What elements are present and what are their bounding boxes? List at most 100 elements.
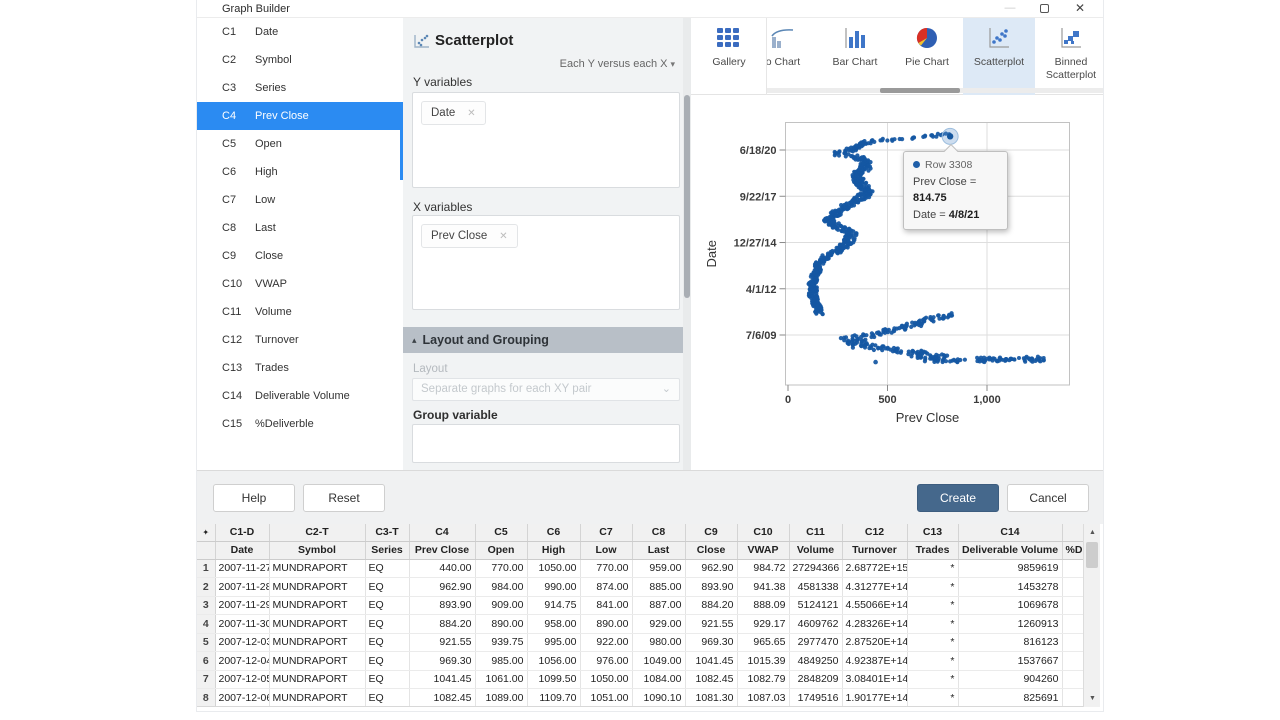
chart-type-tile-binned[interactable]: Binned Scatterplot bbox=[1035, 18, 1103, 95]
table-cell[interactable]: 965.65 bbox=[737, 633, 789, 652]
table-cell[interactable]: EQ bbox=[365, 559, 409, 578]
chart-type-tile-scatter[interactable]: Scatterplot bbox=[963, 18, 1035, 95]
table-scrollbar-thumb[interactable] bbox=[1086, 542, 1098, 568]
y-variables-box[interactable]: Date✕ bbox=[412, 92, 680, 188]
table-cell[interactable]: 962.90 bbox=[685, 559, 737, 578]
table-cell[interactable]: EQ bbox=[365, 652, 409, 671]
table-cell[interactable]: 9859619 bbox=[958, 559, 1062, 578]
table-cell[interactable]: 1749516 bbox=[789, 689, 842, 708]
column-name-header[interactable]: High bbox=[527, 541, 580, 559]
table-cell[interactable]: * bbox=[907, 652, 958, 671]
table-cell[interactable]: 440.00 bbox=[409, 559, 475, 578]
table-cell[interactable]: MUNDRAPORT bbox=[269, 670, 365, 689]
x-variable-chip[interactable]: Prev Close✕ bbox=[421, 224, 518, 248]
table-scrollbar[interactable]: ▲ ▼ bbox=[1083, 524, 1100, 707]
table-cell[interactable]: MUNDRAPORT bbox=[269, 633, 365, 652]
table-cell[interactable]: 4.28326E+14 bbox=[842, 615, 907, 634]
table-cell[interactable]: 976.00 bbox=[580, 652, 632, 671]
table-cell[interactable]: 2007-12-05 bbox=[215, 670, 269, 689]
y-variable-chip[interactable]: Date✕ bbox=[421, 101, 486, 125]
table-cell[interactable]: 990.00 bbox=[527, 578, 580, 597]
table-cell[interactable]: 825691 bbox=[958, 689, 1062, 708]
table-cell[interactable]: 2007-12-04 bbox=[215, 652, 269, 671]
column-name-header[interactable]: Low bbox=[580, 541, 632, 559]
row-number[interactable]: 8 bbox=[197, 689, 215, 708]
chart-type-tile-gallery[interactable]: Gallery bbox=[693, 18, 765, 95]
column-header[interactable]: C5 bbox=[475, 524, 527, 541]
table-cell[interactable]: 1049.00 bbox=[632, 652, 685, 671]
column-name-header[interactable]: Close bbox=[685, 541, 737, 559]
restore-button[interactable] bbox=[1031, 0, 1057, 18]
chart-type-tile-bar[interactable]: Bar Chart bbox=[819, 18, 891, 95]
minimize-button[interactable]: — bbox=[997, 0, 1023, 18]
column-item-c4[interactable]: C4Prev Close bbox=[197, 102, 403, 130]
table-cell[interactable]: 2977470 bbox=[789, 633, 842, 652]
column-item-c14[interactable]: C14Deliverable Volume bbox=[197, 382, 403, 410]
column-item-c2[interactable]: C2Symbol bbox=[197, 46, 403, 74]
cancel-button[interactable]: Cancel bbox=[1007, 484, 1089, 512]
table-cell[interactable]: * bbox=[907, 633, 958, 652]
table-cell[interactable]: 1069678 bbox=[958, 596, 1062, 615]
column-name-header[interactable]: VWAP bbox=[737, 541, 789, 559]
table-cell[interactable]: 1090.10 bbox=[632, 689, 685, 708]
table-cell[interactable]: 969.30 bbox=[409, 652, 475, 671]
group-variable-box[interactable] bbox=[412, 424, 680, 463]
table-cell[interactable]: 1082.45 bbox=[685, 670, 737, 689]
column-header[interactable]: C14 bbox=[958, 524, 1062, 541]
table-cell[interactable]: * bbox=[907, 559, 958, 578]
table-cell[interactable]: 893.90 bbox=[685, 578, 737, 597]
layout-grouping-header[interactable]: ▴ Layout and Grouping bbox=[403, 327, 684, 353]
table-cell[interactable]: 1087.03 bbox=[737, 689, 789, 708]
table-cell[interactable]: 888.09 bbox=[737, 596, 789, 615]
column-header[interactable]: C13 bbox=[907, 524, 958, 541]
column-name-header[interactable]: Trades bbox=[907, 541, 958, 559]
row-number[interactable]: 1 bbox=[197, 559, 215, 578]
column-header[interactable]: C10 bbox=[737, 524, 789, 541]
column-name-header[interactable]: Symbol bbox=[269, 541, 365, 559]
table-cell[interactable]: 770.00 bbox=[475, 559, 527, 578]
column-name-header[interactable]: Turnover bbox=[842, 541, 907, 559]
table-cell[interactable]: EQ bbox=[365, 596, 409, 615]
chart-preview[interactable]: 6/18/209/22/1712/27/144/1/127/6/0905001,… bbox=[691, 95, 1103, 470]
x-variables-box[interactable]: Prev Close✕ bbox=[412, 215, 680, 310]
table-cell[interactable]: 1050.00 bbox=[527, 559, 580, 578]
table-cell[interactable]: 887.00 bbox=[632, 596, 685, 615]
gallery-scrollbar[interactable] bbox=[767, 88, 1103, 93]
column-header[interactable]: C4 bbox=[409, 524, 475, 541]
table-cell[interactable]: 929.17 bbox=[737, 615, 789, 634]
table-cell[interactable]: 5124121 bbox=[789, 596, 842, 615]
table-cell[interactable]: 884.20 bbox=[685, 596, 737, 615]
column-name-header[interactable]: Volume bbox=[789, 541, 842, 559]
table-cell[interactable]: 1061.00 bbox=[475, 670, 527, 689]
column-name-header[interactable]: Prev Close bbox=[409, 541, 475, 559]
table-cell[interactable]: 914.75 bbox=[527, 596, 580, 615]
layout-select[interactable]: Separate graphs for each XY pair ⌄ bbox=[412, 378, 680, 401]
table-cell[interactable]: 1041.45 bbox=[409, 670, 475, 689]
table-cell[interactable]: 1082.45 bbox=[409, 689, 475, 708]
table-cell[interactable]: 909.00 bbox=[475, 596, 527, 615]
table-cell[interactable]: 890.00 bbox=[475, 615, 527, 634]
builder-scrollbar[interactable] bbox=[683, 18, 691, 470]
table-cell[interactable]: 984.00 bbox=[475, 578, 527, 597]
column-name-header[interactable]: Series bbox=[365, 541, 409, 559]
table-cell[interactable]: 922.00 bbox=[580, 633, 632, 652]
table-cell[interactable]: 4581338 bbox=[789, 578, 842, 597]
table-cell[interactable] bbox=[1062, 596, 1083, 615]
table-cell[interactable]: 2007-11-28 bbox=[215, 578, 269, 597]
column-item-c5[interactable]: C5Open bbox=[197, 130, 403, 158]
table-cell[interactable]: 1089.00 bbox=[475, 689, 527, 708]
table-corner-cell[interactable]: ✦ bbox=[197, 524, 215, 541]
builder-scrollbar-thumb[interactable] bbox=[684, 95, 690, 298]
table-cell[interactable]: 1260913 bbox=[958, 615, 1062, 634]
table-cell[interactable] bbox=[1062, 670, 1083, 689]
table-cell[interactable]: * bbox=[907, 615, 958, 634]
chip-remove-icon[interactable]: ✕ bbox=[499, 231, 507, 242]
table-cell[interactable]: 939.75 bbox=[475, 633, 527, 652]
table-cell[interactable]: 1051.00 bbox=[580, 689, 632, 708]
table-cell[interactable]: 4.31277E+14 bbox=[842, 578, 907, 597]
table-cell[interactable]: MUNDRAPORT bbox=[269, 689, 365, 708]
table-cell[interactable]: 2007-11-27 bbox=[215, 559, 269, 578]
table-cell[interactable]: MUNDRAPORT bbox=[269, 615, 365, 634]
pair-mode-dropdown[interactable]: Each Y versus each X▾ bbox=[560, 58, 675, 70]
table-cell[interactable]: 921.55 bbox=[409, 633, 475, 652]
